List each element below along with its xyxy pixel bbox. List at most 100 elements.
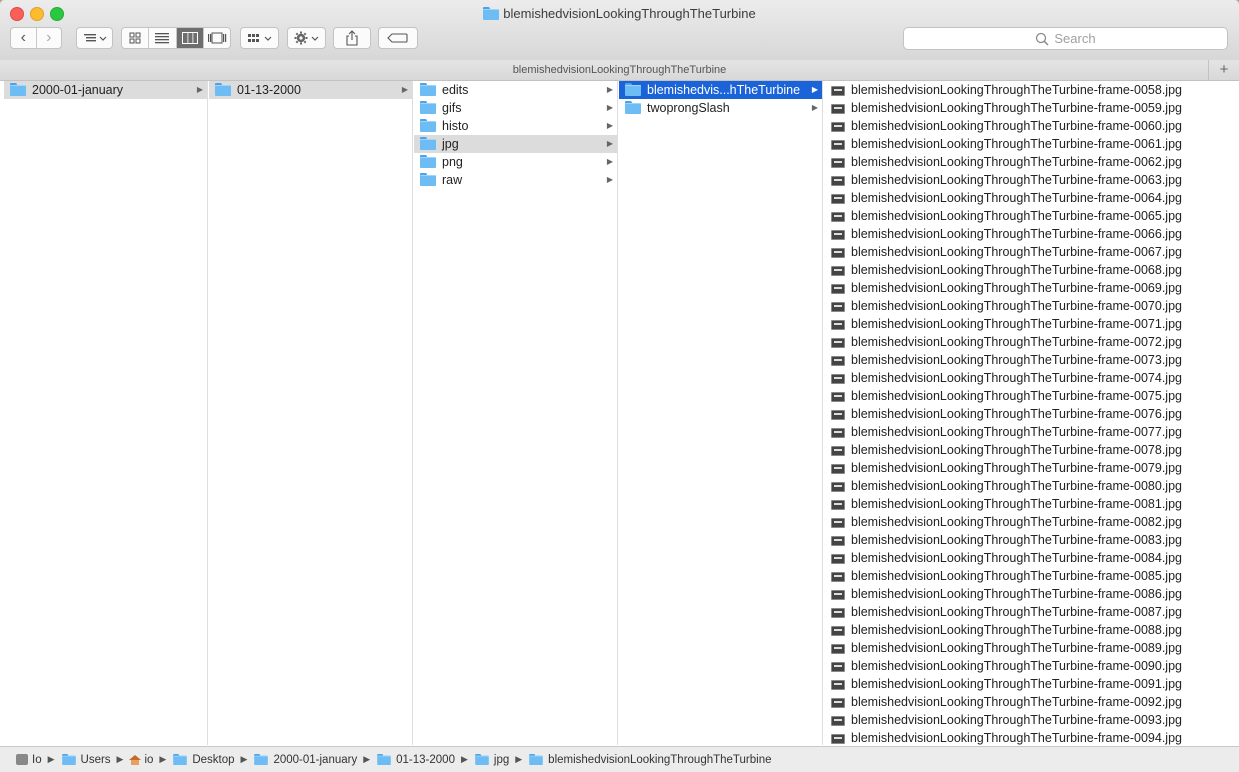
- column-4[interactable]: blemishedvis...hTheTurbine ▶ twoprongSla…: [619, 81, 823, 745]
- file-row[interactable]: blemishedvisionLookingThroughTheTurbine-…: [823, 639, 1239, 657]
- forward-button[interactable]: ›: [37, 28, 62, 48]
- new-tab-button[interactable]: +: [1208, 60, 1239, 80]
- folder-label: blemishedvis...hTheTurbine: [647, 83, 801, 97]
- tags-button[interactable]: [378, 27, 418, 49]
- share-icon: [346, 30, 358, 46]
- folder-row-edits[interactable]: edits ▶: [414, 81, 617, 99]
- column-5-files[interactable]: blemishedvisionLookingThroughTheTurbine-…: [823, 81, 1239, 745]
- file-row[interactable]: blemishedvisionLookingThroughTheTurbine-…: [823, 135, 1239, 153]
- folder-row-2000-01-january[interactable]: 2000-01-january ▶: [4, 81, 207, 99]
- file-label: blemishedvisionLookingThroughTheTurbine-…: [851, 461, 1182, 475]
- folder-row-twoprongslash[interactable]: twoprongSlash ▶: [619, 99, 822, 117]
- search-field[interactable]: Search: [903, 27, 1228, 50]
- path-crumb[interactable]: io: [129, 754, 153, 766]
- path-crumb[interactable]: 01-13-2000: [376, 753, 455, 766]
- file-row[interactable]: blemishedvisionLookingThroughTheTurbine-…: [823, 405, 1239, 423]
- column-3[interactable]: edits ▶ gifs ▶ histo ▶ jpg ▶ png ▶ raw ▶: [414, 81, 618, 745]
- file-row[interactable]: blemishedvisionLookingThroughTheTurbine-…: [823, 315, 1239, 333]
- file-row[interactable]: blemishedvisionLookingThroughTheTurbine-…: [823, 189, 1239, 207]
- folder-label: 01-13-2000: [237, 83, 301, 97]
- arrange-grid-icon: [247, 34, 271, 42]
- file-row[interactable]: blemishedvisionLookingThroughTheTurbine-…: [823, 567, 1239, 585]
- disclosure-arrow-icon: ▶: [401, 85, 408, 94]
- path-separator: ▶: [153, 754, 172, 765]
- file-row[interactable]: blemishedvisionLookingThroughTheTurbine-…: [823, 243, 1239, 261]
- file-row[interactable]: blemishedvisionLookingThroughTheTurbine-…: [823, 153, 1239, 171]
- file-label: blemishedvisionLookingThroughTheTurbine-…: [851, 281, 1182, 295]
- path-separator: ▶: [111, 754, 130, 765]
- file-row[interactable]: blemishedvisionLookingThroughTheTurbine-…: [823, 171, 1239, 189]
- gallery-view-button[interactable]: [204, 28, 230, 48]
- path-crumb[interactable]: Desktop: [172, 753, 235, 766]
- file-row[interactable]: blemishedvisionLookingThroughTheTurbine-…: [823, 387, 1239, 405]
- path-crumb[interactable]: Users: [61, 753, 111, 766]
- file-row[interactable]: blemishedvisionLookingThroughTheTurbine-…: [823, 333, 1239, 351]
- path-crumb[interactable]: Io: [16, 754, 42, 766]
- file-row[interactable]: blemishedvisionLookingThroughTheTurbine-…: [823, 423, 1239, 441]
- folder-row-histo[interactable]: histo ▶: [414, 117, 617, 135]
- file-row[interactable]: blemishedvisionLookingThroughTheTurbine-…: [823, 459, 1239, 477]
- file-row[interactable]: blemishedvisionLookingThroughTheTurbine-…: [823, 279, 1239, 297]
- share-button[interactable]: [333, 27, 371, 49]
- file-row[interactable]: blemishedvisionLookingThroughTheTurbine-…: [823, 477, 1239, 495]
- disclosure-arrow-icon: ▶: [606, 175, 613, 184]
- file-row[interactable]: blemishedvisionLookingThroughTheTurbine-…: [823, 261, 1239, 279]
- path-crumb[interactable]: 2000-01-january: [253, 753, 357, 766]
- file-label: blemishedvisionLookingThroughTheTurbine-…: [851, 551, 1182, 565]
- arrange-dropdown[interactable]: [240, 27, 279, 49]
- file-row[interactable]: blemishedvisionLookingThroughTheTurbine-…: [823, 585, 1239, 603]
- file-row[interactable]: blemishedvisionLookingThroughTheTurbine-…: [823, 225, 1239, 243]
- file-label: blemishedvisionLookingThroughTheTurbine-…: [851, 209, 1182, 223]
- file-row[interactable]: blemishedvisionLookingThroughTheTurbine-…: [823, 657, 1239, 675]
- group-by-dropdown[interactable]: [76, 27, 113, 49]
- file-label: blemishedvisionLookingThroughTheTurbine-…: [851, 353, 1182, 367]
- folder-row-gifs[interactable]: gifs ▶: [414, 99, 617, 117]
- file-row[interactable]: blemishedvisionLookingThroughTheTurbine-…: [823, 693, 1239, 711]
- file-row[interactable]: blemishedvisionLookingThroughTheTurbine-…: [823, 81, 1239, 99]
- file-row[interactable]: blemishedvisionLookingThroughTheTurbine-…: [823, 99, 1239, 117]
- search-icon: [1036, 32, 1049, 46]
- action-dropdown[interactable]: [287, 27, 326, 49]
- path-crumb[interactable]: blemishedvisionLookingThroughTheTurbine: [528, 753, 772, 766]
- file-row[interactable]: blemishedvisionLookingThroughTheTurbine-…: [823, 603, 1239, 621]
- file-row[interactable]: blemishedvisionLookingThroughTheTurbine-…: [823, 369, 1239, 387]
- image-file-icon: [831, 302, 845, 312]
- file-row[interactable]: blemishedvisionLookingThroughTheTurbine-…: [823, 513, 1239, 531]
- folder-row-raw[interactable]: raw ▶: [414, 171, 617, 189]
- file-row[interactable]: blemishedvisionLookingThroughTheTurbine-…: [823, 549, 1239, 567]
- file-row[interactable]: blemishedvisionLookingThroughTheTurbine-…: [823, 531, 1239, 549]
- file-row[interactable]: blemishedvisionLookingThroughTheTurbine-…: [823, 495, 1239, 513]
- list-view-button[interactable]: [149, 28, 177, 48]
- window-title: blemishedvisionLookingThroughTheTurbine: [0, 5, 1239, 23]
- folder-icon: [483, 7, 500, 20]
- icon-view-button[interactable]: [122, 28, 150, 48]
- chevron-right-icon: ▶: [363, 754, 371, 764]
- folder-icon: [625, 83, 641, 96]
- back-button[interactable]: ‹: [11, 28, 37, 48]
- file-row[interactable]: blemishedvisionLookingThroughTheTurbine-…: [823, 621, 1239, 639]
- file-row[interactable]: blemishedvisionLookingThroughTheTurbine-…: [823, 207, 1239, 225]
- column-1[interactable]: 2000-01-january ▶: [4, 81, 208, 745]
- image-file-icon: [831, 230, 845, 240]
- tab-title[interactable]: blemishedvisionLookingThroughTheTurbine: [513, 64, 727, 76]
- title-bar: blemishedvisionLookingThroughTheTurbine …: [0, 0, 1239, 61]
- image-file-icon: [831, 500, 845, 510]
- file-row[interactable]: blemishedvisionLookingThroughTheTurbine-…: [823, 117, 1239, 135]
- folder-row-blemishedvision[interactable]: blemishedvis...hTheTurbine ▶: [619, 81, 822, 99]
- folder-row-jpg[interactable]: jpg ▶: [414, 135, 617, 153]
- view-mode-control: [121, 27, 231, 49]
- file-row[interactable]: blemishedvisionLookingThroughTheTurbine-…: [823, 711, 1239, 729]
- path-crumb[interactable]: jpg: [474, 753, 509, 766]
- column-2[interactable]: 01-13-2000 ▶: [209, 81, 413, 745]
- file-row[interactable]: blemishedvisionLookingThroughTheTurbine-…: [823, 297, 1239, 315]
- folder-row-01-13-2000[interactable]: 01-13-2000 ▶: [209, 81, 412, 99]
- file-row[interactable]: blemishedvisionLookingThroughTheTurbine-…: [823, 441, 1239, 459]
- folder-row-png[interactable]: png ▶: [414, 153, 617, 171]
- file-row[interactable]: blemishedvisionLookingThroughTheTurbine-…: [823, 675, 1239, 693]
- column-view-button[interactable]: [176, 28, 204, 48]
- file-row[interactable]: blemishedvisionLookingThroughTheTurbine-…: [823, 351, 1239, 369]
- folder-label: png: [442, 155, 463, 169]
- file-row[interactable]: blemishedvisionLookingThroughTheTurbine-…: [823, 729, 1239, 745]
- folder-label: edits: [442, 83, 469, 97]
- folder-icon: [420, 173, 436, 186]
